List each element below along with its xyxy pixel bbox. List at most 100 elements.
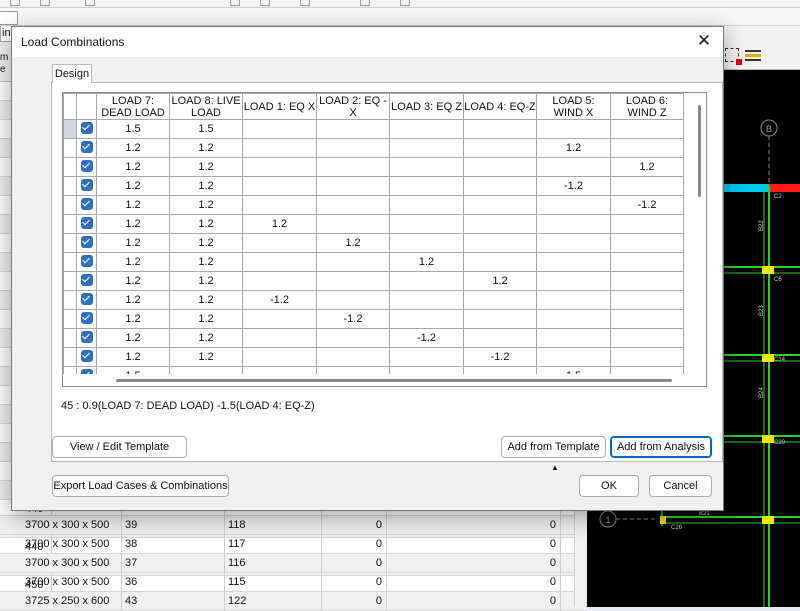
- factor-cell[interactable]: [536, 328, 611, 348]
- combination-row[interactable]: 1.2 1.2 -1.2: [63, 309, 684, 329]
- dimension-icon[interactable]: [745, 48, 761, 62]
- cancel-button[interactable]: Cancel: [649, 475, 712, 497]
- combination-row[interactable]: 1.2 1.2 1.2: [63, 214, 684, 234]
- factor-cell[interactable]: [316, 290, 390, 310]
- factor-cell[interactable]: [242, 233, 317, 253]
- factor-cell[interactable]: [536, 195, 611, 215]
- factor-cell[interactable]: 1.2: [96, 214, 170, 234]
- combination-row[interactable]: 1.2 1.2 -1.2: [63, 176, 684, 196]
- factor-cell[interactable]: [610, 271, 684, 291]
- factor-cell[interactable]: [316, 214, 390, 234]
- ok-button[interactable]: OK: [579, 475, 639, 497]
- row-checkbox-cell[interactable]: [76, 328, 97, 348]
- factor-cell[interactable]: [389, 157, 464, 177]
- factor-cell[interactable]: [463, 176, 537, 196]
- factor-cell[interactable]: 1.5: [169, 119, 243, 139]
- factor-cell[interactable]: [242, 138, 317, 158]
- checkbox-checked-icon[interactable]: [80, 350, 93, 363]
- load-combinations-grid[interactable]: LOAD 7: DEAD LOAD LOAD 8: LIVE LOAD LOAD 1…: [62, 92, 707, 387]
- factor-cell[interactable]: [389, 138, 464, 158]
- row-checkbox-cell[interactable]: [76, 176, 97, 196]
- checkbox-checked-icon[interactable]: [80, 331, 93, 344]
- factor-cell[interactable]: [316, 252, 390, 272]
- factor-cell[interactable]: -1.2: [389, 328, 464, 348]
- factor-cell[interactable]: [610, 252, 684, 272]
- combination-row[interactable]: 1.2 1.2 1.2: [63, 157, 684, 177]
- combination-row[interactable]: 1.2 1.2 -1.2: [63, 290, 684, 310]
- factor-cell[interactable]: [463, 252, 537, 272]
- factor-cell[interactable]: [242, 176, 317, 196]
- factor-cell[interactable]: [610, 214, 684, 234]
- factor-cell[interactable]: [389, 214, 464, 234]
- factor-cell[interactable]: 1.2: [169, 271, 243, 291]
- row-selector[interactable]: [63, 271, 77, 291]
- combination-row[interactable]: 1.2 1.2 1.2: [63, 252, 684, 272]
- factor-cell[interactable]: [242, 195, 317, 215]
- row-selector[interactable]: [63, 309, 77, 329]
- factor-cell[interactable]: [463, 290, 537, 310]
- row-checkbox-cell[interactable]: [76, 214, 97, 234]
- checkbox-checked-icon[interactable]: [80, 217, 93, 230]
- row-checkbox-cell[interactable]: [76, 138, 97, 158]
- factor-cell[interactable]: 1.2: [169, 138, 243, 158]
- row-checkbox-cell[interactable]: [76, 157, 97, 177]
- factor-cell[interactable]: [463, 119, 537, 139]
- factor-cell[interactable]: [536, 290, 611, 310]
- checkbox-checked-icon[interactable]: [80, 198, 93, 211]
- factor-cell[interactable]: [610, 328, 684, 348]
- factor-cell[interactable]: [463, 138, 537, 158]
- factor-cell[interactable]: [463, 233, 537, 253]
- checkbox-checked-icon[interactable]: [80, 236, 93, 249]
- factor-cell[interactable]: [463, 157, 537, 177]
- factor-cell[interactable]: [463, 195, 537, 215]
- background-table-row[interactable]: 3700 x 300 x 500 39 118 0 0: [0, 516, 587, 535]
- toolbar-icon[interactable]: [260, 0, 270, 6]
- row-checkbox-cell[interactable]: [76, 347, 97, 367]
- combination-row[interactable]: 1.2 1.2 1.2: [63, 233, 684, 253]
- factor-cell[interactable]: [610, 176, 684, 196]
- factor-cell[interactable]: 1.2: [169, 233, 243, 253]
- export-load-cases-button[interactable]: Export Load Cases & Combinations: [52, 475, 229, 497]
- factor-cell[interactable]: [463, 214, 537, 234]
- factor-cell[interactable]: [389, 309, 464, 329]
- factor-cell[interactable]: 1.2: [463, 271, 537, 291]
- row-selector[interactable]: [63, 214, 77, 234]
- factor-cell[interactable]: 1.2: [96, 138, 170, 158]
- factor-cell[interactable]: 1.2: [96, 347, 170, 367]
- row-selector[interactable]: [63, 119, 77, 139]
- factor-cell[interactable]: [536, 157, 611, 177]
- background-table-row[interactable]: 3700 x 300 x 500 38 117 0 0: [0, 535, 587, 554]
- add-from-analysis-button[interactable]: Add from Analysis: [610, 436, 712, 458]
- toolbar-icon[interactable]: [230, 0, 240, 6]
- combination-row[interactable]: 1.51.5: [63, 119, 684, 139]
- factor-cell[interactable]: [242, 157, 317, 177]
- factor-cell[interactable]: [389, 119, 464, 139]
- factor-cell[interactable]: 1.2: [242, 214, 317, 234]
- row-selector[interactable]: [63, 347, 77, 367]
- factor-cell[interactable]: -1.2: [463, 347, 537, 367]
- factor-cell[interactable]: 1.2: [96, 157, 170, 177]
- factor-cell[interactable]: 1.2: [169, 328, 243, 348]
- checkbox-checked-icon[interactable]: [80, 160, 93, 173]
- factor-cell[interactable]: [536, 119, 611, 139]
- factor-cell[interactable]: -1.2: [536, 176, 611, 196]
- row-checkbox-cell[interactable]: [76, 119, 97, 139]
- checkbox-checked-icon[interactable]: [80, 293, 93, 306]
- factor-cell[interactable]: [389, 271, 464, 291]
- factor-cell[interactable]: [389, 176, 464, 196]
- toolbar-icon[interactable]: [400, 0, 410, 6]
- factor-cell[interactable]: [536, 214, 611, 234]
- factor-cell[interactable]: [389, 233, 464, 253]
- factor-cell[interactable]: [316, 176, 390, 196]
- add-from-template-button[interactable]: Add from Template ▲: [501, 436, 606, 472]
- row-checkbox-cell[interactable]: [76, 252, 97, 272]
- factor-cell[interactable]: [242, 347, 317, 367]
- row-selector[interactable]: [63, 195, 77, 215]
- factor-cell[interactable]: 1.2: [96, 233, 170, 253]
- factor-cell[interactable]: 1.2: [169, 157, 243, 177]
- factor-cell[interactable]: -1.2: [316, 309, 390, 329]
- factor-cell[interactable]: [610, 233, 684, 253]
- factor-cell[interactable]: [242, 271, 317, 291]
- grid-horizontal-scrollbar[interactable]: [63, 374, 693, 386]
- toolbar-icon[interactable]: [40, 0, 50, 6]
